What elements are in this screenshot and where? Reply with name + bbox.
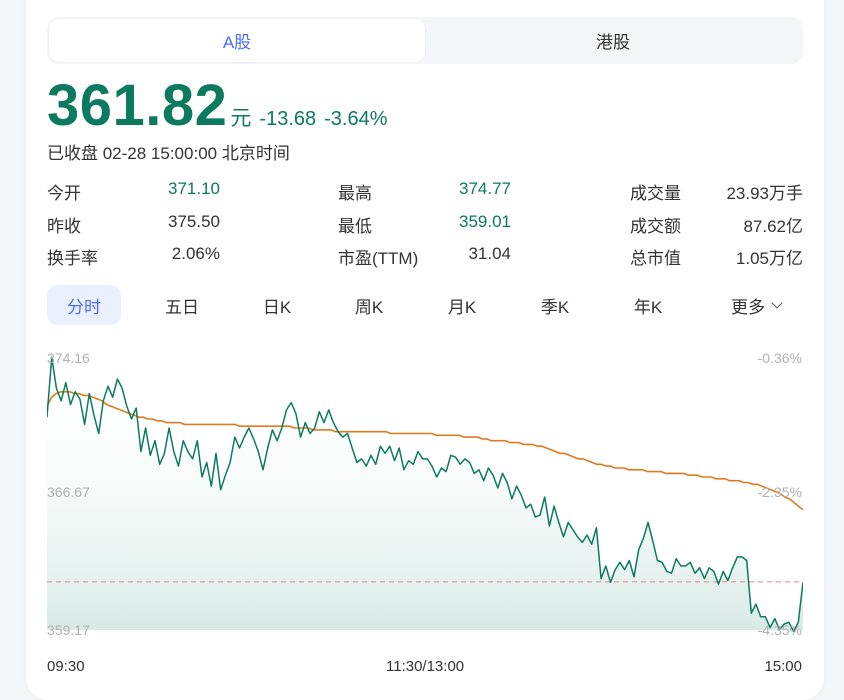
turnover-rate-value: 2.06%	[171, 244, 220, 263]
price-change-pct: -3.64%	[324, 108, 388, 130]
y-right-tick-top: -0.36%	[757, 350, 802, 366]
market-cap-label: 总市值	[630, 249, 681, 268]
high-label: 最高	[338, 184, 372, 203]
period-tabs: 分时 五日 日K 周K 月K 季K 年K 更多	[47, 285, 803, 325]
market-tabs: A股 港股	[47, 17, 803, 64]
tab-hk-share[interactable]: 港股	[425, 19, 801, 62]
low-label: 最低	[338, 217, 372, 236]
y-right-tick-bottom: -4.35%	[757, 622, 802, 638]
open-label: 今开	[47, 184, 81, 203]
tab-daily-k[interactable]: 日K	[240, 285, 314, 325]
volume-value: 23.93万手	[726, 184, 803, 203]
market-status: 已收盘 02-28 15:00:00 北京时间	[47, 144, 290, 163]
y-right-tick-mid: -2.35%	[757, 484, 802, 500]
volume-label: 成交量	[630, 184, 681, 203]
open-value: 371.10	[168, 179, 220, 198]
tab-more-label: 更多	[731, 297, 765, 317]
tab-five-day[interactable]: 五日	[145, 285, 219, 325]
x-tick-open: 09:30	[47, 658, 85, 675]
amount-label: 成交额	[630, 217, 681, 236]
amount-value: 87.62亿	[743, 217, 803, 236]
market-cap-value: 1.05万亿	[735, 249, 803, 268]
y-left-tick-top: 374.16	[47, 350, 90, 366]
turnover-rate-label: 换手率	[47, 249, 98, 268]
x-tick-midday: 11:30/13:00	[386, 658, 465, 675]
price-row: 361.82 元 -13.68 -3.64%	[47, 74, 388, 138]
prev-close-label: 昨收	[47, 217, 81, 236]
y-left-tick-mid: 366.67	[47, 484, 90, 500]
intraday-chart[interactable]	[46, 340, 804, 640]
tab-more[interactable]: 更多	[711, 285, 801, 325]
tab-monthly-k[interactable]: 月K	[425, 285, 499, 325]
tab-intraday[interactable]: 分时	[47, 285, 121, 325]
low-value: 359.01	[459, 212, 511, 231]
tab-yearly-k[interactable]: 年K	[611, 285, 685, 325]
chevron-down-icon	[771, 296, 783, 309]
high-value: 374.77	[459, 179, 511, 198]
price-unit: 元	[230, 107, 252, 130]
pe-value: 31.04	[468, 244, 511, 263]
pe-label: 市盈(TTM)	[338, 249, 419, 268]
chart-svg	[46, 356, 804, 633]
prev-close-value: 375.50	[168, 212, 220, 231]
price-area-fill	[47, 357, 803, 632]
stats-grid: 今开 371.10 昨收 375.50 换手率 2.06% 最高 374.77 …	[47, 176, 803, 272]
x-tick-close: 15:00	[764, 658, 802, 675]
tab-weekly-k[interactable]: 周K	[332, 285, 406, 325]
current-price: 361.82	[47, 73, 228, 138]
price-change: -13.68	[259, 108, 317, 130]
tab-quarterly-k[interactable]: 季K	[518, 285, 592, 325]
y-left-tick-bottom: 359.17	[47, 622, 90, 638]
tab-a-share[interactable]: A股	[49, 19, 425, 62]
